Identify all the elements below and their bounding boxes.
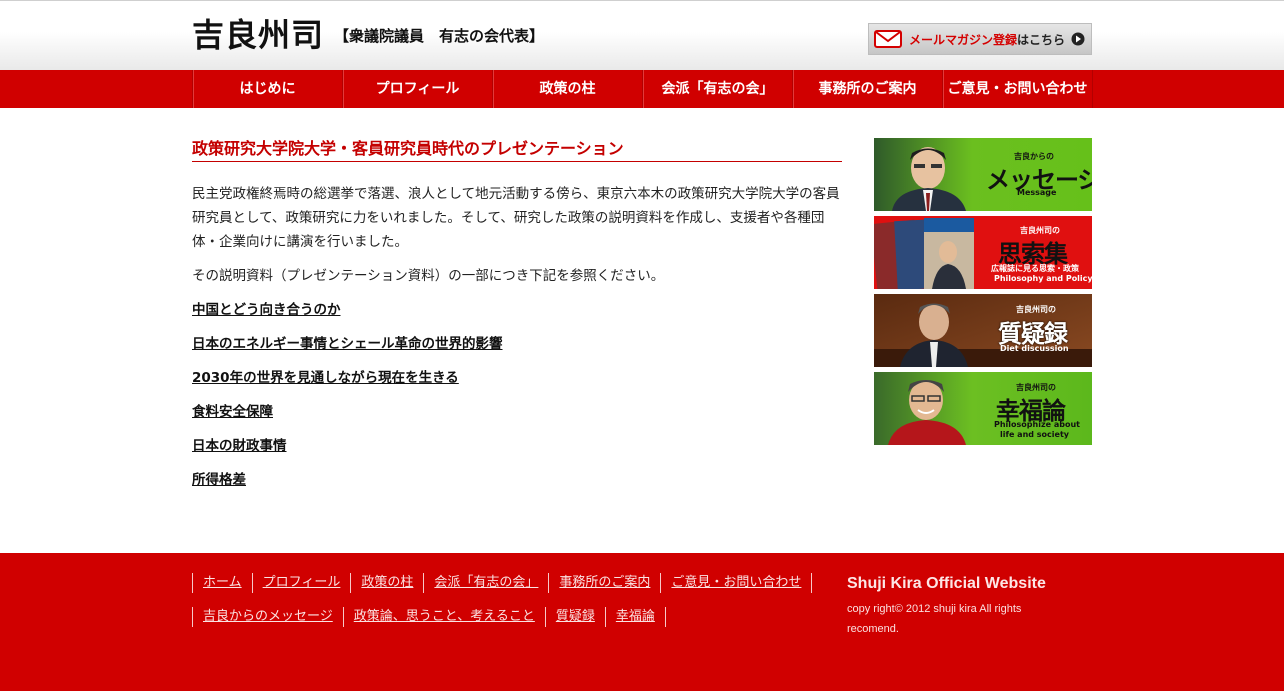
footer-link-profile[interactable]: プロフィール xyxy=(251,573,351,593)
banner-philosophy-subtitle: 広報誌に見る思索・政策 xyxy=(991,264,1079,273)
sidebar: 吉良からの メッセージ Message 吉良州司の 思索集 広報誌に見る思索・政… xyxy=(874,138,1092,450)
link-china[interactable]: 中国とどう向き合うのか xyxy=(192,298,842,322)
nav-parliamentary-group[interactable]: 会派「有志の会」 xyxy=(643,70,793,108)
main-nav: はじめに プロフィール 政策の柱 会派「有志の会」 事務所のご案内 ご意見・お問… xyxy=(0,70,1284,108)
footer-link-contact[interactable]: ご意見・お問い合わせ xyxy=(660,573,813,593)
site-tagline: 【衆議院議員 有志の会代表】 xyxy=(334,27,545,45)
envelope-icon xyxy=(874,30,902,48)
banner-philosophy[interactable]: 吉良州司の 思索集 広報誌に見る思索・政策 Philosophy and Pol… xyxy=(874,216,1092,289)
link-fiscal[interactable]: 日本の財政事情 xyxy=(192,434,842,458)
banner-happiness-subtitle-2: life and society xyxy=(1000,430,1069,439)
footer-link-message[interactable]: 吉良からのメッセージ xyxy=(192,607,343,627)
presentation-links: 中国とどう向き合うのか 日本のエネルギー事情とシェール革命の世界的影響 2030… xyxy=(192,298,842,492)
main-content: 政策研究大学院大学・客員研究員時代のプレゼンテーション 民主党政権終焉時の総選挙… xyxy=(192,138,842,502)
footer-row-2: 吉良からのメッセージ 政策論、思うこと、考えること 質疑録 幸福論 xyxy=(192,607,832,627)
banner-happiness[interactable]: 吉良州司の 幸福論 Philosophize about life and so… xyxy=(874,372,1092,445)
site-header: 吉良州司 【衆議院議員 有志の会代表】 メールマガジン登録はこちら xyxy=(0,0,1284,70)
footer-link-diet-discussion[interactable]: 質疑録 xyxy=(544,607,605,627)
link-2030-world[interactable]: 2030年の世界を見通しながら現在を生きる xyxy=(192,366,842,390)
link-income-gap[interactable]: 所得格差 xyxy=(192,468,842,492)
mail-magazine-label: メールマガジン登録はこちら xyxy=(909,32,1066,47)
footer-link-policy-pillars[interactable]: 政策の柱 xyxy=(350,573,423,593)
intro-paragraph: 民主党政権終焉時の総選挙で落選、浪人として地元活動する傍ら、東京六本木の政策研究… xyxy=(192,186,840,250)
arrow-right-icon xyxy=(1071,32,1085,46)
reference-paragraph: その説明資料（プレゼンテーション資料）の一部につき下記を参照ください。 xyxy=(192,268,665,284)
footer-site-name: Shuji Kira Official Website xyxy=(847,575,1046,592)
footer-link-happiness[interactable]: 幸福論 xyxy=(604,607,666,627)
nav-contact[interactable]: ご意見・お問い合わせ xyxy=(943,70,1093,108)
footer-row-1: ホーム プロフィール 政策の柱 会派「有志の会」 事務所のご案内 ご意見・お問い… xyxy=(192,573,832,593)
footer-link-home[interactable]: ホーム xyxy=(192,573,252,593)
nav-policy-pillars[interactable]: 政策の柱 xyxy=(493,70,643,108)
site-footer: ホーム プロフィール 政策の柱 会派「有志の会」 事務所のご案内 ご意見・お問い… xyxy=(0,553,1284,691)
banner-happiness-subtitle: Philosophize about xyxy=(994,420,1080,429)
footer-links: ホーム プロフィール 政策の柱 会派「有志の会」 事務所のご案内 ご意見・お問い… xyxy=(192,573,832,641)
footer-copyright: copy right© 2012 shuji kira All rights r… xyxy=(847,603,1022,635)
footer-link-policy-thoughts[interactable]: 政策論、思うこと、考えること xyxy=(342,607,545,627)
link-food-security[interactable]: 食料安全保障 xyxy=(192,400,842,424)
footer-link-office-info[interactable]: 事務所のご案内 xyxy=(548,573,660,593)
banner-philosophy-subtitle-en: Philosophy and Policy xyxy=(994,274,1092,283)
page-title: 政策研究大学院大学・客員研究員時代のプレゼンテーション xyxy=(192,138,842,162)
nav-office-info[interactable]: 事務所のご案内 xyxy=(793,70,943,108)
footer-link-parliamentary-group[interactable]: 会派「有志の会」 xyxy=(423,573,548,593)
nav-profile[interactable]: プロフィール xyxy=(343,70,493,108)
link-energy[interactable]: 日本のエネルギー事情とシェール革命の世界的影響 xyxy=(192,332,842,356)
banner-message-subtitle: Message xyxy=(1017,188,1057,197)
banner-message[interactable]: 吉良からの メッセージ Message xyxy=(874,138,1092,211)
nav-introduction[interactable]: はじめに xyxy=(193,70,343,108)
mail-magazine-button[interactable]: メールマガジン登録はこちら xyxy=(868,23,1092,55)
banner-diet-subtitle: Diet discussion xyxy=(1000,344,1069,353)
banner-diet-discussion[interactable]: 吉良州司の 質疑録 Diet discussion xyxy=(874,294,1092,367)
site-logo[interactable]: 吉良州司 xyxy=(192,15,324,55)
